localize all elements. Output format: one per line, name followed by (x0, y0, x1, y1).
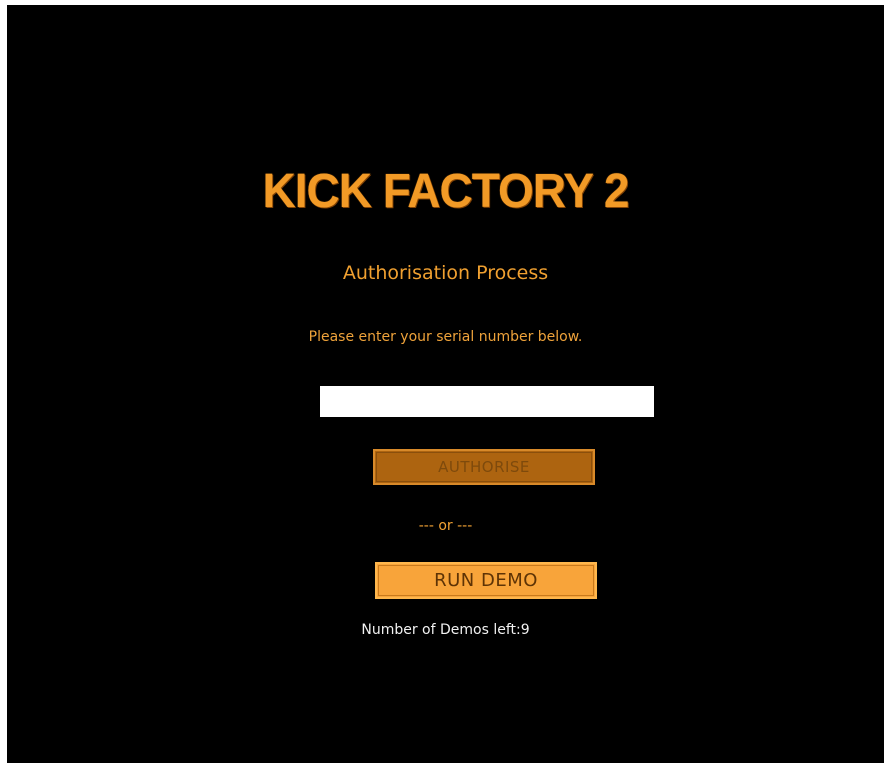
page-title: Authorisation Process (342, 262, 549, 284)
demos-left-counter: Number of Demos left:9 (361, 622, 530, 638)
authorisation-window: KICK FACTORY 2 Authorisation Process Ple… (7, 5, 884, 763)
run-demo-button[interactable]: RUN DEMO (375, 562, 597, 599)
authorise-button-label: AUTHORISE (438, 458, 530, 476)
run-demo-button-label: RUN DEMO (434, 570, 538, 591)
authorise-button[interactable]: AUTHORISE (373, 449, 595, 485)
or-divider: --- or --- (418, 518, 473, 534)
serial-number-input[interactable] (320, 386, 654, 417)
kick-factory-logo: KICK FACTORY 2 (262, 162, 630, 218)
serial-instruction-text: Please enter your serial number below. (308, 329, 583, 345)
